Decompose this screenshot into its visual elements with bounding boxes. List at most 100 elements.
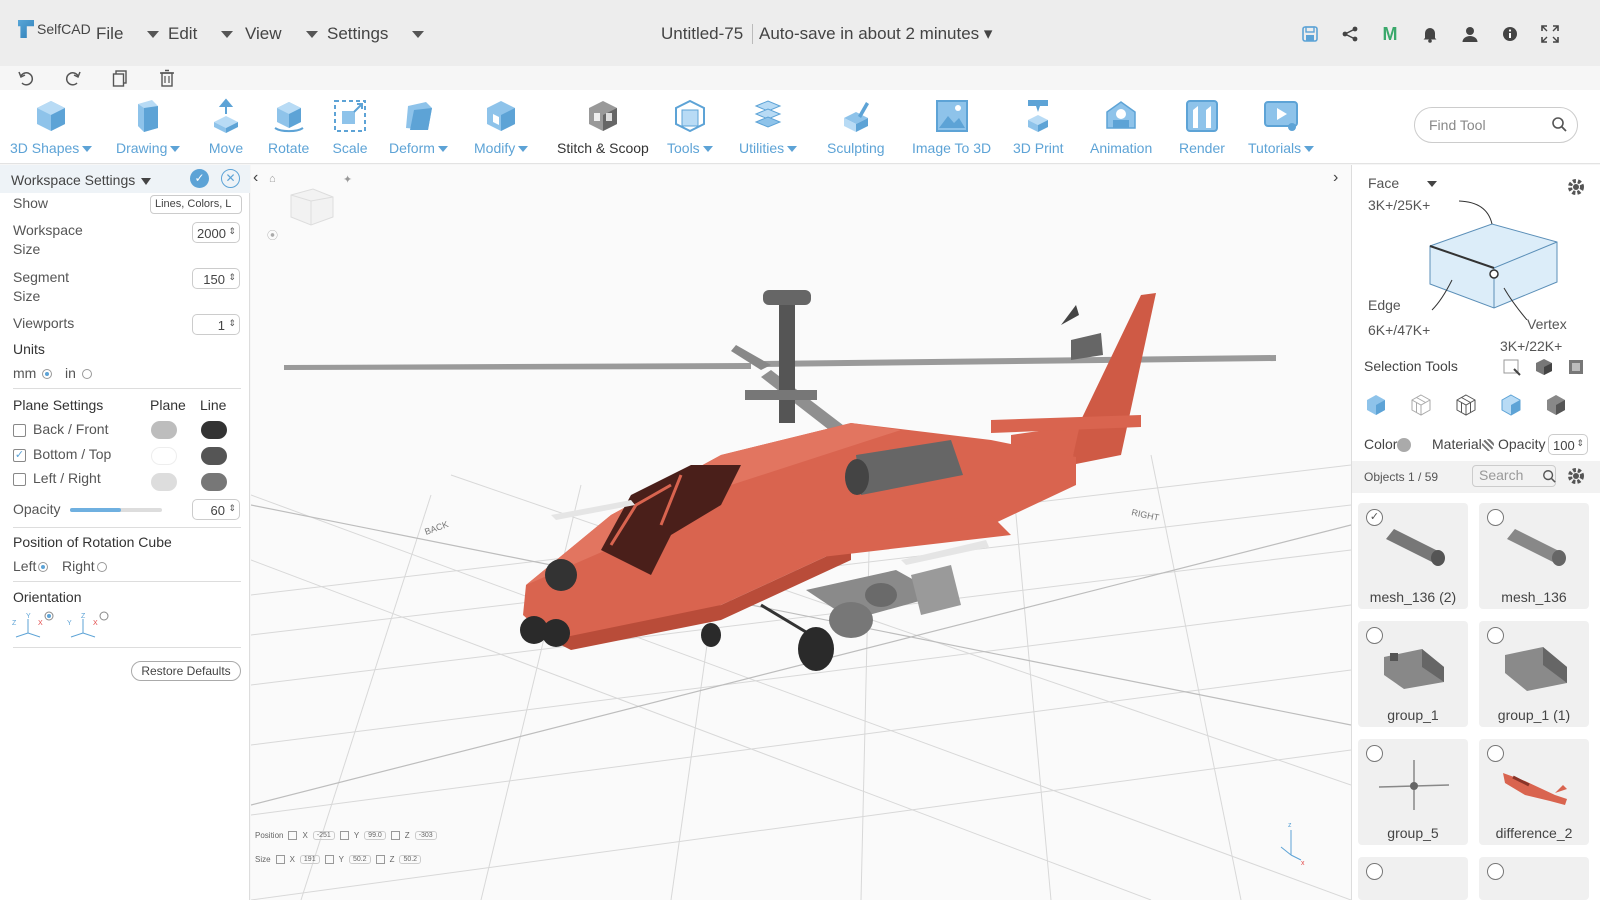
- tool-tools[interactable]: Tools: [667, 98, 713, 156]
- close-button[interactable]: ✕: [221, 169, 240, 188]
- position-x-checkbox[interactable]: [288, 831, 298, 840]
- size-z-input[interactable]: 50.2: [399, 855, 422, 864]
- tool-render[interactable]: Render: [1179, 98, 1225, 156]
- size-x-input[interactable]: 191: [299, 855, 320, 864]
- selfcad-logo[interactable]: SelfCAD: [18, 20, 91, 38]
- object-select-radio[interactable]: [1366, 863, 1383, 880]
- grid-cube-icon[interactable]: [1454, 393, 1478, 417]
- find-tool-input[interactable]: Find Tool: [1414, 107, 1578, 143]
- unit-in-option[interactable]: in: [65, 365, 92, 381]
- menu-file[interactable]: File: [96, 24, 160, 44]
- unit-mm-option[interactable]: mm: [13, 365, 53, 381]
- color-swatch[interactable]: [1397, 438, 1412, 453]
- back-front-line-color[interactable]: [201, 421, 227, 439]
- position-z-checkbox[interactable]: [390, 831, 400, 840]
- show-select[interactable]: Lines, Colors, L: [150, 195, 242, 214]
- opacity-slider[interactable]: [70, 508, 162, 512]
- segment-size-input[interactable]: 150: [192, 268, 240, 289]
- tool-stitch-scoop[interactable]: Stitch & Scoop: [557, 98, 649, 156]
- rc-right-radio[interactable]: [96, 562, 107, 573]
- pin-icon[interactable]: ⦿: [267, 227, 278, 243]
- unit-mm-radio[interactable]: [42, 369, 53, 380]
- back-front-plane-color[interactable]: [151, 421, 177, 439]
- rotation-cube[interactable]: [290, 188, 334, 226]
- viewports-input[interactable]: 1: [192, 314, 240, 335]
- size-x-checkbox[interactable]: [275, 855, 285, 864]
- undo-icon[interactable]: [16, 68, 36, 88]
- left-right-checkbox[interactable]: [13, 472, 26, 486]
- position-x-input[interactable]: -251: [312, 831, 335, 840]
- unit-in-radio[interactable]: [81, 369, 92, 380]
- select-all-icon[interactable]: [1534, 357, 1554, 377]
- object-mode-icon[interactable]: [1364, 393, 1388, 417]
- object-card[interactable]: mesh_136: [1479, 503, 1589, 609]
- left-right-line-color[interactable]: [201, 473, 227, 491]
- back-front-checkbox[interactable]: [13, 423, 26, 437]
- box-select-icon[interactable]: [1502, 357, 1522, 377]
- document-title[interactable]: Untitled-75: [661, 24, 743, 44]
- position-y-checkbox[interactable]: [339, 831, 349, 840]
- selection-mode-select[interactable]: Face: [1368, 175, 1438, 191]
- bottom-top-line-color[interactable]: [201, 447, 227, 465]
- restore-defaults-button[interactable]: Restore Defaults: [131, 661, 241, 681]
- solid-cube-icon[interactable]: [1544, 393, 1568, 417]
- plane-row-left-right[interactable]: Left / Right: [13, 470, 101, 486]
- confirm-button[interactable]: ✓: [190, 169, 209, 188]
- trash-icon[interactable]: [157, 68, 177, 88]
- object-card[interactable]: [1479, 857, 1589, 900]
- tool-scale[interactable]: Scale: [332, 98, 368, 156]
- material-option[interactable]: Material: [1432, 436, 1482, 452]
- workspace-size-input[interactable]: 2000: [192, 222, 240, 243]
- menu-view[interactable]: View: [245, 24, 318, 44]
- 3d-viewport[interactable]: BACK RIGHT z x ‹ › ⌂ ✦ ⦿ Position X -251…: [251, 165, 1351, 900]
- workspace-settings-title[interactable]: Workspace Settings: [11, 172, 152, 188]
- tool-image-to-3d[interactable]: Image To 3D: [912, 98, 991, 156]
- info-icon[interactable]: [1500, 24, 1520, 44]
- tool-modify[interactable]: Modify: [474, 98, 529, 156]
- copy-icon[interactable]: [110, 68, 130, 88]
- plane-row-bottom-top[interactable]: ✓ Bottom / Top: [13, 446, 111, 462]
- tool-rotate[interactable]: Rotate: [268, 98, 309, 156]
- wireframe-icon[interactable]: [1409, 393, 1433, 417]
- tool-move[interactable]: Move: [208, 98, 244, 156]
- invert-select-icon[interactable]: [1566, 357, 1586, 377]
- tool-3d-shapes[interactable]: 3D Shapes: [10, 98, 93, 156]
- share-icon[interactable]: [1340, 24, 1360, 44]
- save-icon[interactable]: [1300, 24, 1320, 44]
- selection-opacity-input[interactable]: 100: [1548, 434, 1588, 455]
- menu-settings[interactable]: Settings: [327, 24, 425, 44]
- collapse-right-panel-icon[interactable]: ›: [1333, 169, 1338, 187]
- rc-left-radio[interactable]: [38, 562, 49, 573]
- orientation-option-z-up[interactable]: Y Z X: [12, 611, 54, 642]
- object-card[interactable]: group_1 (1): [1479, 621, 1589, 727]
- home-view-icon[interactable]: ⌂: [269, 173, 276, 185]
- object-card[interactable]: [1358, 857, 1468, 900]
- fullscreen-icon[interactable]: [1540, 24, 1560, 44]
- object-select-radio[interactable]: [1487, 863, 1504, 880]
- position-y-input[interactable]: 99.0: [364, 831, 386, 840]
- tool-utilities[interactable]: Utilities: [739, 98, 798, 156]
- face-mode-icon[interactable]: [1499, 393, 1523, 417]
- tool-drawing[interactable]: Drawing: [116, 98, 181, 156]
- search-icon[interactable]: [1542, 469, 1556, 488]
- bottom-top-checkbox[interactable]: ✓: [13, 448, 26, 462]
- object-card[interactable]: difference_2: [1479, 739, 1589, 845]
- tool-tutorials[interactable]: Tutorials: [1248, 98, 1315, 156]
- light-icon[interactable]: ✦: [343, 173, 352, 186]
- object-card[interactable]: group_1: [1358, 621, 1468, 727]
- rotation-cube-left-option[interactable]: Left: [13, 558, 49, 574]
- tool-sculpting[interactable]: Sculpting: [827, 98, 885, 156]
- rotation-cube-right-option[interactable]: Right: [62, 558, 107, 574]
- object-card[interactable]: ✓ mesh_136 (2): [1358, 503, 1468, 609]
- autosave-status[interactable]: Auto-save in about 2 minutes ▾: [752, 24, 992, 44]
- user-icon[interactable]: [1460, 24, 1480, 44]
- gear-icon[interactable]: [1566, 466, 1586, 491]
- search-icon[interactable]: [1551, 116, 1567, 135]
- opacity-input[interactable]: 60: [192, 499, 240, 520]
- plane-row-back-front[interactable]: Back / Front: [13, 421, 108, 437]
- bell-icon[interactable]: [1420, 24, 1440, 44]
- size-z-checkbox[interactable]: [375, 855, 385, 864]
- size-y-input[interactable]: 50.2: [348, 855, 371, 864]
- size-y-checkbox[interactable]: [324, 855, 334, 864]
- tool-animation[interactable]: Animation: [1090, 98, 1152, 156]
